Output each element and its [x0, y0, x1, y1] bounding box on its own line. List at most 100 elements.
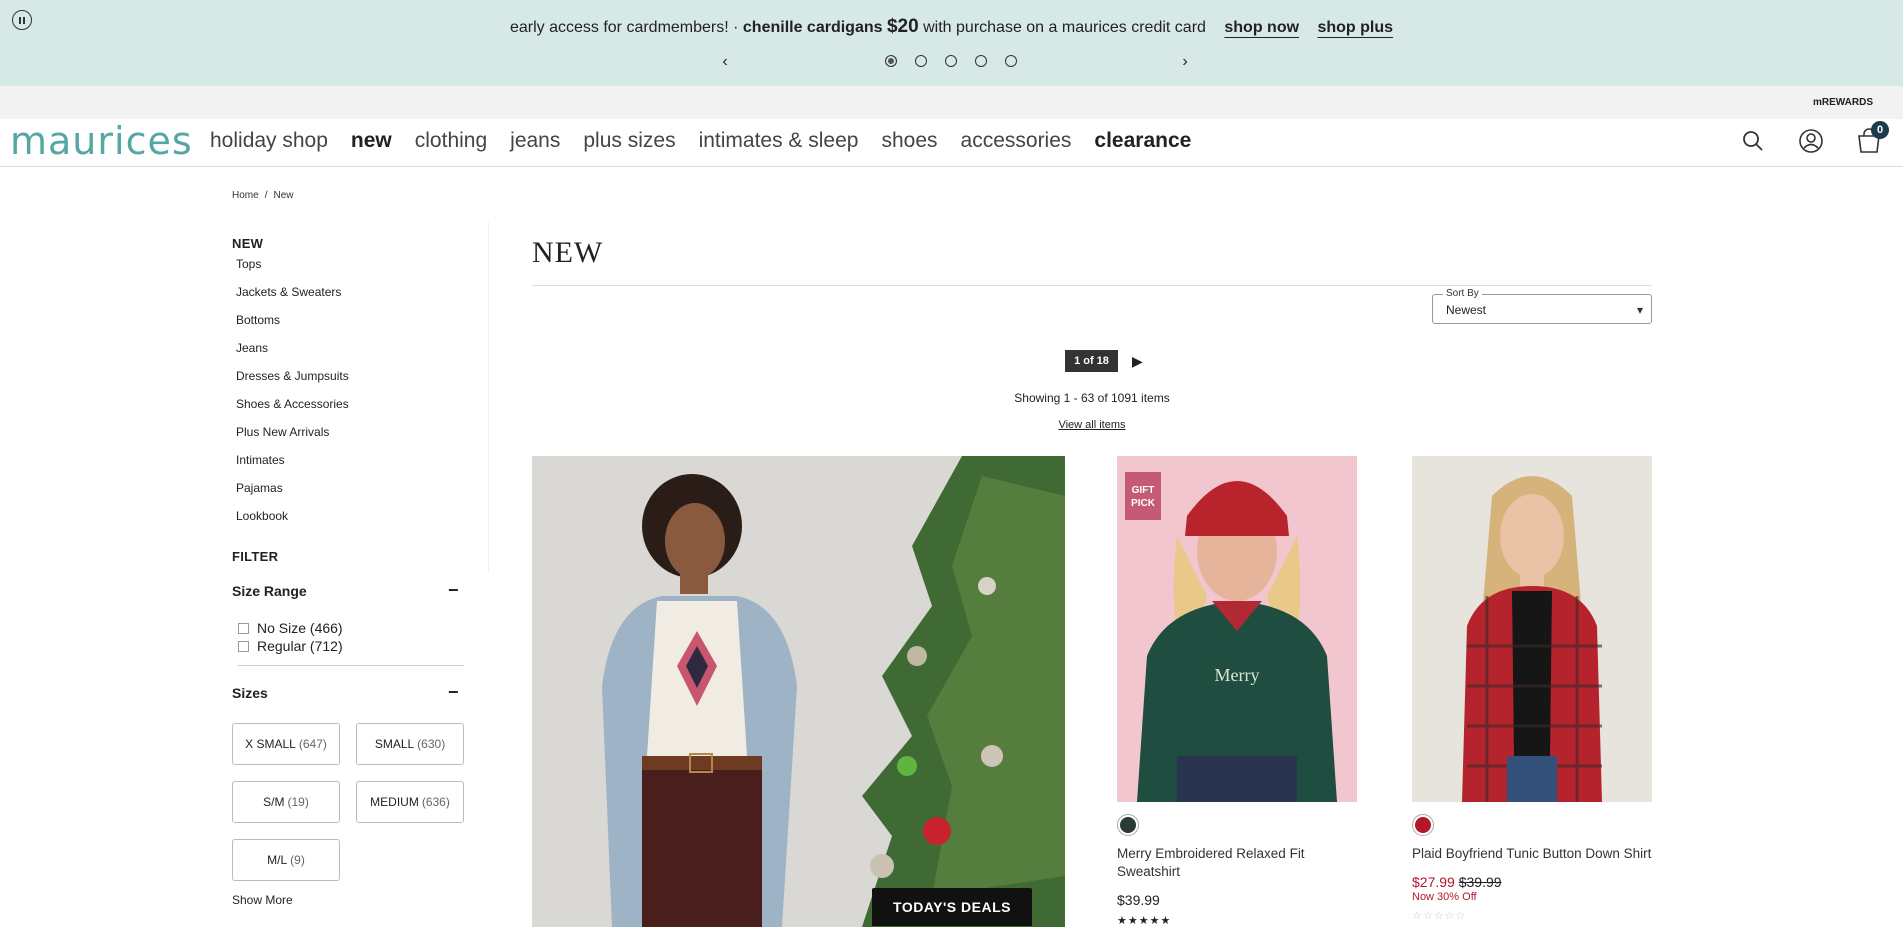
sort-by-select[interactable]: Sort By Newest ▾ — [1432, 288, 1652, 324]
product-name[interactable]: Merry Embroidered Relaxed Fit Sweatshirt — [1117, 845, 1357, 881]
todays-deals-button[interactable]: TODAY'S DEALS — [872, 888, 1032, 926]
item-count-text: Showing 1 - 63 of 1091 items — [1014, 391, 1170, 405]
size-range-option-label: No Size (466) — [257, 620, 343, 636]
color-swatch[interactable] — [1412, 814, 1434, 836]
product-card[interactable]: Plaid Boyfriend Tunic Button Down Shirt … — [1412, 456, 1652, 922]
breadcrumb: Home / New — [232, 190, 293, 201]
carousel-dot-5[interactable] — [1005, 55, 1017, 67]
promo-message: early access for cardmembers! · chenille… — [0, 16, 1903, 38]
nav-icons: 0 — [1739, 121, 1889, 155]
breadcrumb-separator: / — [264, 190, 268, 201]
size-count: (19) — [287, 795, 309, 809]
next-page-icon[interactable]: ▶ — [1132, 353, 1143, 370]
view-all-items-link[interactable]: View all items — [1058, 419, 1125, 431]
sidebar-link-shoes-accessories[interactable]: Shoes & Accessories — [236, 395, 464, 423]
rating-stars: ☆☆☆☆☆ — [1412, 910, 1467, 922]
cart-icon[interactable]: 0 — [1855, 121, 1889, 155]
size-label: X SMALL — [245, 737, 296, 751]
swatch-fill — [1120, 817, 1136, 833]
swatch-fill — [1415, 817, 1431, 833]
size-option-small[interactable]: SMALL (630) — [356, 723, 464, 765]
nav-item-accessories[interactable]: accessories — [961, 129, 1072, 153]
nav-item-plus-sizes[interactable]: plus sizes — [583, 129, 675, 153]
sidebar-link-lookbook[interactable]: Lookbook — [236, 507, 464, 535]
main-nav: maurices holiday shop new clothing jeans… — [0, 119, 1903, 167]
product-card[interactable]: Merry GIFT PICK Merry Embroidered Relaxe… — [1117, 456, 1357, 927]
nav-item-shoes[interactable]: shoes — [881, 129, 937, 153]
carousel-dot-4[interactable] — [975, 55, 987, 67]
carousel-dot-2[interactable] — [915, 55, 927, 67]
breadcrumb-home[interactable]: Home — [232, 190, 259, 201]
size-range-facet-header[interactable]: Size Range − — [232, 580, 464, 601]
sidebar: NEW Tops Jackets & Sweaters Bottoms Jean… — [232, 236, 464, 909]
carousel-dot-3[interactable] — [945, 55, 957, 67]
product-image[interactable] — [1412, 456, 1652, 802]
size-count: (630) — [417, 737, 446, 751]
promo-lead-text: early access for cardmembers! · — [509, 19, 743, 36]
size-range-options: No Size (466) Regular (712) — [238, 619, 464, 666]
sidebar-link-pajamas[interactable]: Pajamas — [236, 479, 464, 507]
nav-item-holiday-shop[interactable]: holiday shop — [210, 129, 328, 153]
sidebar-link-intimates[interactable]: Intimates — [236, 451, 464, 479]
carousel-dot-1[interactable] — [885, 55, 897, 67]
size-range-option-no-size[interactable]: No Size (466) — [238, 619, 464, 637]
sidebar-link-dresses-jumpsuits[interactable]: Dresses & Jumpsuits — [236, 367, 464, 395]
svg-text:Merry: Merry — [1215, 665, 1260, 685]
filter-heading: FILTER — [232, 549, 279, 564]
discount-note: Now 30% Off — [1412, 891, 1477, 903]
hero-promo-image[interactable]: TODAY'S DEALS — [532, 456, 1065, 927]
show-more-sizes-link[interactable]: Show More — [232, 893, 293, 907]
size-range-option-regular[interactable]: Regular (712) — [238, 637, 464, 655]
sort-by-value: Newest — [1446, 303, 1487, 317]
size-option-medium[interactable]: MEDIUM (636) — [356, 781, 464, 823]
shop-plus-link[interactable]: shop plus — [1317, 19, 1393, 36]
maurices-logo[interactable]: maurices — [10, 121, 193, 161]
title-divider — [532, 285, 1652, 286]
main-content: NEW Sort By Newest ▾ — [532, 222, 1652, 324]
product-name[interactable]: Plaid Boyfriend Tunic Button Down Shirt — [1412, 845, 1652, 863]
size-options-grid: X SMALL (647) SMALL (630) S/M (19) MEDIUM (6… — [232, 723, 464, 881]
size-option-m-l[interactable]: M/L (9) — [232, 839, 340, 881]
size-option-x-small[interactable]: X SMALL (647) — [232, 723, 340, 765]
size-count: (636) — [421, 795, 450, 809]
nav-item-jeans[interactable]: jeans — [510, 129, 560, 153]
size-label: MEDIUM — [370, 795, 419, 809]
account-icon[interactable] — [1797, 127, 1825, 155]
color-swatch[interactable] — [1117, 814, 1139, 836]
shop-now-link[interactable]: shop now — [1224, 19, 1299, 36]
checkbox[interactable] — [238, 622, 249, 634]
promo-banner: early access for cardmembers! · chenille… — [0, 0, 1903, 86]
nav-item-clothing[interactable]: clothing — [415, 129, 487, 153]
product-price: $39.99 — [1117, 892, 1160, 908]
promo-tail-text: with purchase on a maurices credit card — [918, 19, 1206, 36]
carousel-prev-icon[interactable]: ‹ — [715, 52, 735, 72]
promo-bold-text: chenille cardigans — [742, 19, 887, 36]
size-label: S/M — [263, 795, 285, 809]
size-range-collapse-icon[interactable]: − — [448, 580, 464, 601]
breadcrumb-current: New — [273, 190, 294, 201]
sizes-facet-header[interactable]: Sizes − — [232, 682, 464, 703]
nav-item-new[interactable]: new — [351, 129, 392, 153]
sidebar-link-tops[interactable]: Tops — [236, 255, 464, 283]
pagination: 1 of 18 ▶ — [532, 350, 1652, 374]
size-range-option-label: Regular (712) — [257, 638, 343, 654]
nav-item-intimates-sleep[interactable]: intimates & sleep — [699, 129, 859, 153]
product-image[interactable]: Merry GIFT PICK — [1117, 456, 1357, 802]
carousel-dots — [885, 55, 1017, 67]
size-range-title: Size Range — [232, 582, 307, 599]
carousel-next-icon[interactable]: › — [1175, 52, 1195, 72]
sidebar-link-bottoms[interactable]: Bottoms — [236, 311, 464, 339]
size-option-s-m[interactable]: S/M (19) — [232, 781, 340, 823]
search-icon[interactable] — [1739, 127, 1767, 155]
rating-stars: ★★★★★ — [1117, 915, 1172, 927]
sidebar-link-plus-new-arrivals[interactable]: Plus New Arrivals — [236, 423, 464, 451]
mrewards-link[interactable]: mREWARDS — [1813, 97, 1873, 108]
checkbox[interactable] — [238, 640, 249, 652]
sidebar-link-jackets-sweaters[interactable]: Jackets & Sweaters — [236, 283, 464, 311]
sidebar-divider — [488, 222, 489, 572]
nav-item-clearance[interactable]: clearance — [1094, 129, 1191, 153]
page-title: NEW — [532, 236, 604, 269]
sizes-title: Sizes — [232, 684, 268, 701]
sidebar-link-jeans[interactable]: Jeans — [236, 339, 464, 367]
sizes-collapse-icon[interactable]: − — [448, 682, 464, 703]
